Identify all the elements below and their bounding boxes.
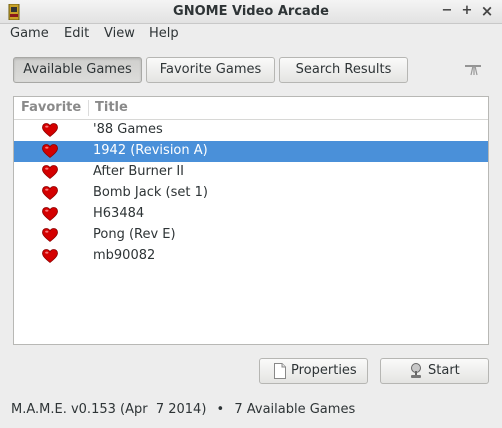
menu-edit[interactable]: Edit (64, 26, 89, 41)
table-row[interactable]: mb90082 (14, 246, 488, 267)
column-header-title[interactable]: Title (95, 100, 128, 115)
game-title: After Burner II (93, 164, 185, 179)
table-row[interactable]: H63484 (14, 204, 488, 225)
game-list[interactable]: Favorite Title '88 Games 1942 (Revision A… (13, 96, 489, 345)
table-row[interactable]: After Burner II (14, 162, 488, 183)
game-title: Bomb Jack (set 1) (93, 185, 208, 200)
column-header-favorite[interactable]: Favorite (21, 100, 81, 115)
game-title: '88 Games (93, 122, 163, 137)
mame-version: M.A.M.E. v0.153 (Apr 7 2014) (11, 402, 207, 417)
table-row[interactable]: '88 Games (14, 120, 488, 141)
minimize-button[interactable]: − (439, 3, 455, 19)
tab-available-games[interactable]: Available Games (13, 57, 142, 83)
start-button[interactable]: Start (380, 358, 489, 384)
game-title: 1942 (Revision A) (93, 143, 208, 158)
maximize-button[interactable]: + (459, 3, 475, 19)
table-row[interactable]: 1942 (Revision A) (14, 141, 488, 162)
heart-icon[interactable] (42, 123, 58, 137)
table-row[interactable]: Bomb Jack (set 1) (14, 183, 488, 204)
table-row[interactable]: Pong (Rev E) (14, 225, 488, 246)
game-title: mb90082 (93, 248, 156, 263)
heart-icon[interactable] (42, 165, 58, 179)
menu-view[interactable]: View (104, 26, 135, 41)
tab-search-results[interactable]: Search Results (279, 57, 408, 83)
status-bar: M.A.M.E. v0.153 (Apr 7 2014) • 7 Availab… (11, 402, 355, 417)
heart-icon[interactable] (42, 144, 58, 158)
menu-game[interactable]: Game (10, 26, 49, 41)
status-separator: • (216, 402, 225, 417)
game-count: 7 Available Games (234, 402, 356, 417)
broom-icon[interactable] (463, 63, 483, 77)
menu-help[interactable]: Help (149, 26, 179, 41)
heart-icon[interactable] (42, 186, 58, 200)
title-bar[interactable]: GNOME Video Arcade − + × (0, 0, 502, 24)
properties-label: Properties (291, 363, 357, 378)
list-header: Favorite Title (14, 97, 488, 120)
column-separator (88, 100, 89, 116)
heart-icon[interactable] (42, 228, 58, 242)
game-title: Pong (Rev E) (93, 227, 176, 242)
joystick-icon (411, 363, 421, 378)
tab-favorite-games[interactable]: Favorite Games (146, 57, 275, 83)
close-button[interactable]: × (479, 3, 495, 19)
window-title: GNOME Video Arcade (173, 4, 329, 19)
game-title: H63484 (93, 206, 145, 221)
document-icon (274, 363, 286, 379)
start-label: Start (428, 363, 460, 378)
menu-bar: Game Edit View Help (0, 24, 502, 46)
properties-button[interactable]: Properties (259, 358, 368, 384)
heart-icon[interactable] (42, 207, 58, 221)
heart-icon[interactable] (42, 249, 58, 263)
